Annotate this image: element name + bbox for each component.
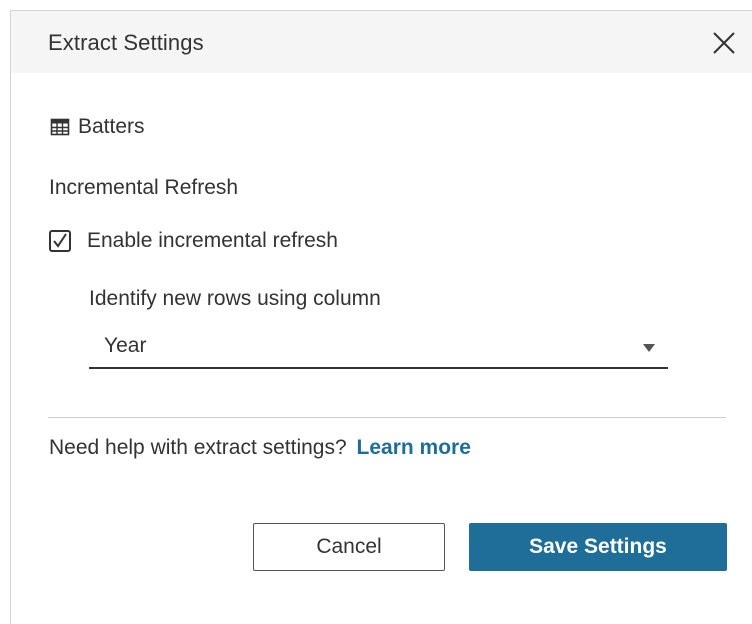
save-settings-button[interactable]: Save Settings xyxy=(469,523,727,571)
column-select-value: Year xyxy=(104,334,147,357)
table-icon xyxy=(50,117,70,137)
section-label-incremental-refresh: Incremental Refresh xyxy=(49,176,239,199)
column-select[interactable]: Year xyxy=(89,329,668,369)
data-source-name: Batters xyxy=(78,115,145,138)
divider xyxy=(48,417,726,418)
help-text-row: Need help with extract settings? Learn m… xyxy=(49,436,471,460)
help-text: Need help with extract settings? xyxy=(49,436,347,459)
extract-settings-dialog: Extract Settings Batters Incremental Ref… xyxy=(10,10,752,624)
data-source: Batters xyxy=(50,115,145,139)
close-button[interactable] xyxy=(711,30,737,56)
checkbox-label: Enable incremental refresh xyxy=(87,229,338,252)
close-icon xyxy=(713,32,735,54)
cancel-button[interactable]: Cancel xyxy=(253,523,445,571)
column-field-label: Identify new rows using column xyxy=(89,287,381,310)
checkbox[interactable] xyxy=(49,230,71,252)
dialog-header: Extract Settings xyxy=(11,11,752,73)
learn-more-link[interactable]: Learn more xyxy=(357,436,471,459)
checkmark-icon xyxy=(53,233,67,248)
dropdown-arrow-icon xyxy=(643,344,655,352)
dialog-title: Extract Settings xyxy=(48,30,204,55)
enable-incremental-refresh-checkbox[interactable]: Enable incremental refresh xyxy=(49,229,338,253)
